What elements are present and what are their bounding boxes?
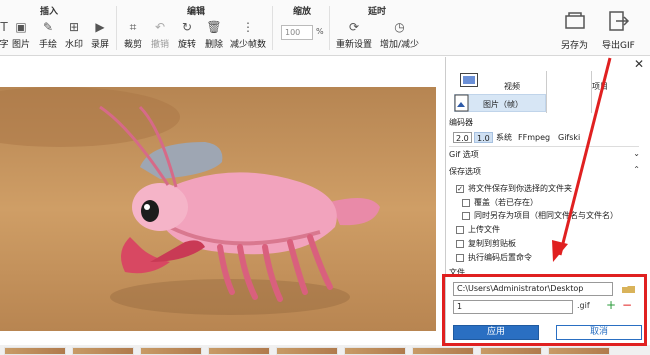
image-frames-icon xyxy=(454,94,469,112)
apply-button[interactable]: 应用 xyxy=(453,325,539,340)
export-panel: ✕ 视频 图片（帧） 项目 编码器 2.0 1.0 系统 FFmpeg Gifs… xyxy=(445,57,650,345)
save-options-title[interactable]: 保存选项 xyxy=(449,166,481,177)
save-as-button[interactable]: 另存为 xyxy=(561,10,588,51)
zoom-input[interactable]: 100 xyxy=(281,25,313,40)
divider xyxy=(449,146,639,147)
undo-button[interactable]: ↶ 撤销 xyxy=(151,20,169,50)
delete-button[interactable]: 🗑 删除 xyxy=(205,20,223,50)
save-as-project-checkbox[interactable]: 同时另存为项目（相同文件名与文件名） xyxy=(462,210,618,221)
chevron-down-icon[interactable]: ⌄ xyxy=(633,149,640,158)
editor-canvas xyxy=(0,57,445,345)
encoder-option-ffmpeg[interactable]: FFmpeg xyxy=(516,132,552,143)
crop-icon: ⌗ xyxy=(129,19,137,34)
encoder-option-system[interactable]: 系统 xyxy=(494,132,514,143)
film-icon xyxy=(460,73,478,87)
watermark-icon: ⊞ xyxy=(68,20,80,34)
export-gif-button[interactable]: 导出GIF xyxy=(602,10,635,51)
save-to-folder-checkbox[interactable]: ✓ 将文件保存到你选择的文件夹 xyxy=(456,183,572,194)
ribbon-toolbar: 插入 编辑 缩放 延时 T 字 ▣ 图片 ✎ 手绘 ⊞ 水印 ▶ 录屏 ⌗ 裁剪… xyxy=(0,0,650,56)
checkbox-box xyxy=(462,198,470,207)
tab-video[interactable]: 视频 xyxy=(460,71,546,93)
encoder-option-gifski[interactable]: Gifski xyxy=(556,132,582,143)
upload-file-checkbox[interactable]: 上传文件 xyxy=(456,224,500,235)
frame-thumbnail[interactable] xyxy=(412,347,474,355)
separator xyxy=(329,6,330,50)
plus-icon[interactable]: + xyxy=(606,298,616,312)
checkbox-box: ✓ xyxy=(456,184,464,193)
checkbox-box xyxy=(462,211,470,220)
frame-thumbnail[interactable] xyxy=(208,347,270,355)
separator xyxy=(272,6,273,50)
overwrite-checkbox[interactable]: 覆盖（若已存在） xyxy=(462,197,538,208)
reduce-frames-button[interactable]: ⋮ 减少帧数 xyxy=(230,20,266,50)
file-name-field[interactable]: 1 xyxy=(453,300,573,314)
freehand-button[interactable]: ✎ 手绘 xyxy=(39,20,57,50)
separator xyxy=(116,6,117,50)
reset-icon: ⟳ xyxy=(348,20,360,34)
group-delay-title: 延时 xyxy=(368,7,387,17)
tab-image-frames[interactable]: 图片（帧） xyxy=(454,94,546,112)
adjust-delay-button[interactable]: ◷ 增加/减少 xyxy=(380,20,419,50)
close-icon[interactable]: ✕ xyxy=(634,57,644,71)
checkbox-box xyxy=(456,225,464,234)
frame-thumbnail[interactable] xyxy=(4,347,66,355)
zoom-unit: % xyxy=(316,27,324,36)
chevron-up-icon[interactable]: ⌃ xyxy=(633,165,640,174)
rotate-icon: ↻ xyxy=(181,20,193,34)
frame-thumbnail[interactable] xyxy=(140,347,202,355)
reduce-frames-icon: ⋮ xyxy=(242,20,254,34)
export-icon xyxy=(609,11,630,31)
save-icon xyxy=(564,12,585,29)
group-insert-title: 插入 xyxy=(40,7,59,17)
checkbox-box xyxy=(456,239,464,248)
text-icon: T xyxy=(0,20,8,34)
frame-thumbnail[interactable] xyxy=(72,347,134,355)
insert-image-button[interactable]: ▣ 图片 xyxy=(12,20,30,50)
post-encode-command-checkbox[interactable]: 执行编码后置命令 xyxy=(456,252,532,263)
frame-thumbnail[interactable] xyxy=(344,347,406,355)
tab-divider xyxy=(546,71,592,113)
pen-icon: ✎ xyxy=(42,20,54,34)
crop-button[interactable]: ⌗ 裁剪 xyxy=(124,19,142,51)
encoder-title: 编码器 xyxy=(449,118,473,127)
undo-icon: ↶ xyxy=(154,20,166,34)
insert-text-button[interactable]: T 字 xyxy=(0,20,12,50)
frame-thumbnail[interactable] xyxy=(276,347,338,355)
frame-thumbnail-strip[interactable] xyxy=(0,345,650,355)
reset-delay-button[interactable]: ⟳ 重新设置 xyxy=(336,20,372,50)
record-icon: ▶ xyxy=(95,20,105,34)
encoder-option-1-0[interactable]: 1.0 xyxy=(474,132,493,143)
file-title: 文件 xyxy=(449,268,465,277)
watermark-button[interactable]: ⊞ 水印 xyxy=(65,20,83,50)
encoder-option-2-0[interactable]: 2.0 xyxy=(453,132,472,143)
group-zoom-title: 缩放 xyxy=(293,7,312,17)
trash-icon: 🗑 xyxy=(206,20,222,34)
copy-to-clipboard-checkbox[interactable]: 复制到剪贴板 xyxy=(456,238,516,249)
tab-project[interactable]: 项目 xyxy=(592,81,608,92)
record-screen-button[interactable]: ▶ 录屏 xyxy=(91,20,109,50)
frame-thumbnail[interactable] xyxy=(480,347,542,355)
rotate-button[interactable]: ↻ 旋转 xyxy=(178,20,196,50)
clock-icon: ◷ xyxy=(394,20,405,34)
minus-icon[interactable]: − xyxy=(622,298,632,312)
gif-options-title[interactable]: Gif 选项 xyxy=(449,149,479,160)
cancel-button[interactable]: 取消 xyxy=(556,325,642,340)
file-extension: .gif xyxy=(574,300,602,314)
frame-preview-image xyxy=(0,87,436,331)
folder-path-field[interactable]: C:\Users\Administrator\Desktop xyxy=(453,282,613,296)
frame-thumbnail[interactable] xyxy=(548,347,610,355)
group-edit-title: 编辑 xyxy=(187,7,206,17)
image-icon: ▣ xyxy=(15,20,27,34)
checkbox-box xyxy=(456,253,464,262)
folder-icon[interactable] xyxy=(622,285,636,294)
